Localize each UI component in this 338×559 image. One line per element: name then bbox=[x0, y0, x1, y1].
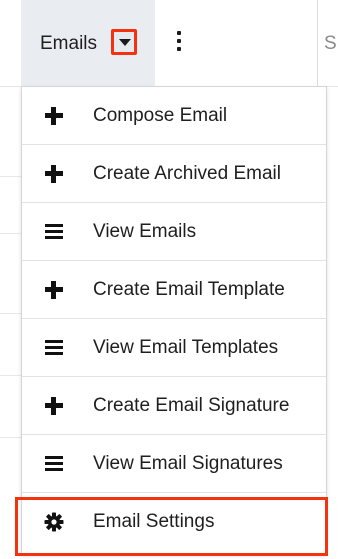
menu-item-create-email-signature[interactable]: Create Email Signature bbox=[22, 377, 326, 435]
menu-item-label: Create Email Template bbox=[93, 279, 285, 300]
menu-item-email-settings[interactable]: Email Settings bbox=[22, 493, 326, 551]
plus-icon bbox=[44, 106, 64, 126]
menu-item-label: Create Archived Email bbox=[93, 163, 281, 184]
menu-item-label: Compose Email bbox=[93, 105, 228, 126]
menu-item-label: View Emails bbox=[93, 221, 197, 242]
list-icon bbox=[44, 338, 64, 358]
nav-divider bbox=[317, 0, 318, 86]
menu-item-view-email-templates[interactable]: View Email Templates bbox=[22, 319, 326, 377]
tab-dropdown-toggle-button[interactable] bbox=[111, 29, 137, 55]
list-icon bbox=[44, 454, 64, 474]
emails-dropdown-menu: Compose Email Create Archived Email View… bbox=[21, 86, 327, 554]
menu-item-view-emails[interactable]: View Emails bbox=[22, 203, 326, 261]
menu-item-label: View Email Templates bbox=[93, 337, 279, 358]
list-icon bbox=[44, 222, 64, 242]
menu-item-label: Email Settings bbox=[93, 511, 215, 532]
tab-emails-label: Emails bbox=[40, 33, 98, 54]
top-navigation-bar: Emails S bbox=[0, 0, 338, 87]
menu-item-view-email-signatures[interactable]: View Email Signatures bbox=[22, 435, 326, 493]
gear-icon bbox=[44, 512, 64, 532]
caret-down-icon bbox=[119, 39, 131, 46]
menu-item-label: View Email Signatures bbox=[93, 453, 283, 474]
next-tab-partial-label[interactable]: S bbox=[324, 33, 337, 55]
more-options-icon[interactable] bbox=[174, 29, 184, 53]
tab-emails[interactable]: Emails bbox=[21, 0, 155, 86]
menu-item-create-archived-email[interactable]: Create Archived Email bbox=[22, 145, 326, 203]
plus-icon bbox=[44, 280, 64, 300]
plus-icon bbox=[44, 164, 64, 184]
plus-icon bbox=[44, 396, 64, 416]
menu-item-label: Create Email Signature bbox=[93, 395, 290, 416]
menu-item-compose-email[interactable]: Compose Email bbox=[22, 87, 326, 145]
menu-item-create-email-template[interactable]: Create Email Template bbox=[22, 261, 326, 319]
